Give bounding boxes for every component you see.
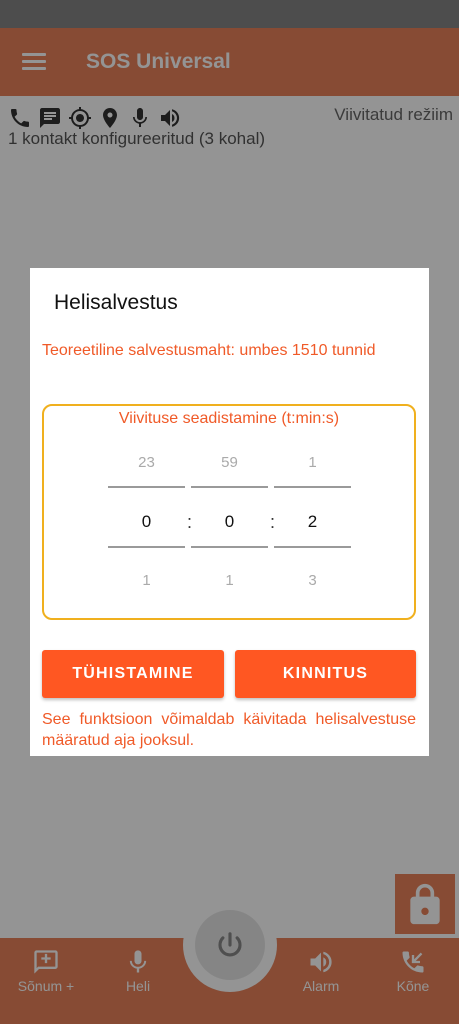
- minutes-current[interactable]: 0: [191, 512, 268, 532]
- dialog-description: See funktsioon võimaldab käivitada helis…: [42, 711, 416, 749]
- seconds-prev[interactable]: 1: [274, 454, 351, 471]
- cancel-button[interactable]: TÜHISTAMINE: [42, 650, 224, 698]
- hours-prev[interactable]: 23: [108, 454, 185, 471]
- seconds-current[interactable]: 2: [274, 512, 351, 532]
- hours-picker[interactable]: 23 0 1: [108, 442, 185, 602]
- seconds-next[interactable]: 3: [274, 572, 351, 589]
- hours-next[interactable]: 1: [108, 572, 185, 589]
- minutes-prev[interactable]: 59: [191, 454, 268, 471]
- dialog-title: Helisalvestus: [54, 291, 178, 314]
- hours-current[interactable]: 0: [108, 512, 185, 532]
- minutes-picker[interactable]: 59 0 1: [191, 442, 268, 602]
- minutes-next[interactable]: 1: [191, 572, 268, 589]
- audio-recording-dialog: Helisalvestus Teoreetiline salvestusmaht…: [30, 268, 429, 756]
- seconds-picker[interactable]: 1 2 3: [274, 442, 351, 602]
- delay-picker: Viivituse seadistamine (t:min:s) 23 0 1 …: [42, 404, 416, 620]
- capacity-text: Teoreetiline salvestusmaht: umbes 1510 t…: [42, 342, 376, 359]
- confirm-button[interactable]: KINNITUS: [235, 650, 416, 698]
- picker-label: Viivituse seadistamine (t:min:s): [118, 410, 340, 427]
